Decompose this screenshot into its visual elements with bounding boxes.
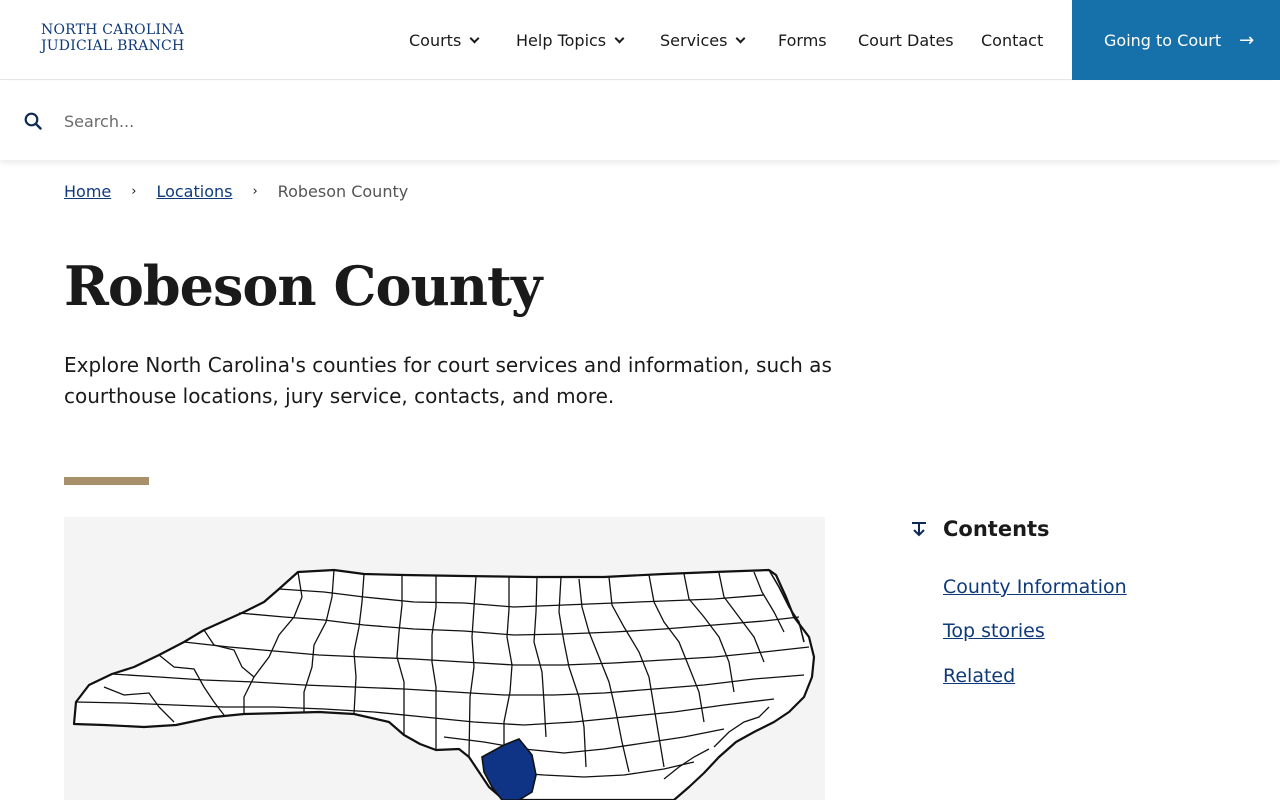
search-icon[interactable] bbox=[24, 112, 42, 130]
nav-forms-label: Forms bbox=[778, 30, 827, 50]
nav-contact-label: Contact bbox=[981, 30, 1044, 50]
site-logo[interactable]: NORTH CAROLINA JUDICIAL BRANCH bbox=[41, 22, 184, 54]
north-carolina-map bbox=[72, 568, 816, 800]
nav-courts[interactable]: Courts bbox=[409, 0, 480, 80]
chevron-down-icon bbox=[614, 33, 625, 43]
logo-line-1: NORTH CAROLINA bbox=[41, 22, 184, 38]
arrow-down-to-line-icon bbox=[912, 522, 926, 537]
nav-services-label: Services bbox=[660, 30, 728, 50]
contents-title: Contents bbox=[943, 517, 1050, 541]
nav-court-dates[interactable]: Court Dates bbox=[858, 0, 954, 80]
going-to-court-label: Going to Court bbox=[1104, 30, 1222, 50]
breadcrumb-chevron-icon: › bbox=[252, 184, 258, 199]
nav-forms[interactable]: Forms bbox=[778, 0, 827, 80]
nav-help-topics-label: Help Topics bbox=[516, 30, 607, 50]
toc-link-top-stories[interactable]: Top stories bbox=[943, 620, 1045, 642]
page-description: Explore North Carolina's counties for co… bbox=[64, 353, 832, 408]
county-map bbox=[64, 517, 825, 800]
arrow-right-icon: → bbox=[1239, 29, 1255, 51]
accent-divider bbox=[64, 477, 149, 485]
nav-court-dates-label: Court Dates bbox=[858, 30, 954, 50]
breadcrumb-chevron-icon: › bbox=[131, 184, 137, 199]
nav-services[interactable]: Services bbox=[660, 0, 746, 80]
logo-line-2: JUDICIAL BRANCH bbox=[41, 38, 185, 54]
nav-courts-label: Courts bbox=[409, 30, 462, 50]
going-to-court-button[interactable]: Going to Court → bbox=[1072, 0, 1280, 80]
breadcrumb-locations[interactable]: Locations bbox=[156, 182, 232, 201]
breadcrumb: Home › Locations › Robeson County bbox=[64, 182, 408, 201]
chevron-down-icon bbox=[469, 33, 480, 43]
site-header: NORTH CAROLINA JUDICIAL BRANCH Courts He… bbox=[0, 0, 1280, 80]
nav-help-topics[interactable]: Help Topics bbox=[516, 0, 625, 80]
chevron-down-icon bbox=[736, 33, 746, 43]
nav-contact[interactable]: Contact bbox=[981, 0, 1043, 80]
search-input[interactable] bbox=[64, 105, 1244, 137]
contents-header: Contents bbox=[910, 517, 1050, 541]
breadcrumb-home[interactable]: Home bbox=[64, 182, 111, 201]
search-bar bbox=[0, 81, 1280, 160]
page-title: Robeson County bbox=[64, 254, 542, 318]
toc-link-related[interactable]: Related bbox=[943, 665, 1015, 687]
toc-link-county-information[interactable]: County Information bbox=[943, 576, 1127, 598]
breadcrumb-current: Robeson County bbox=[277, 182, 409, 201]
